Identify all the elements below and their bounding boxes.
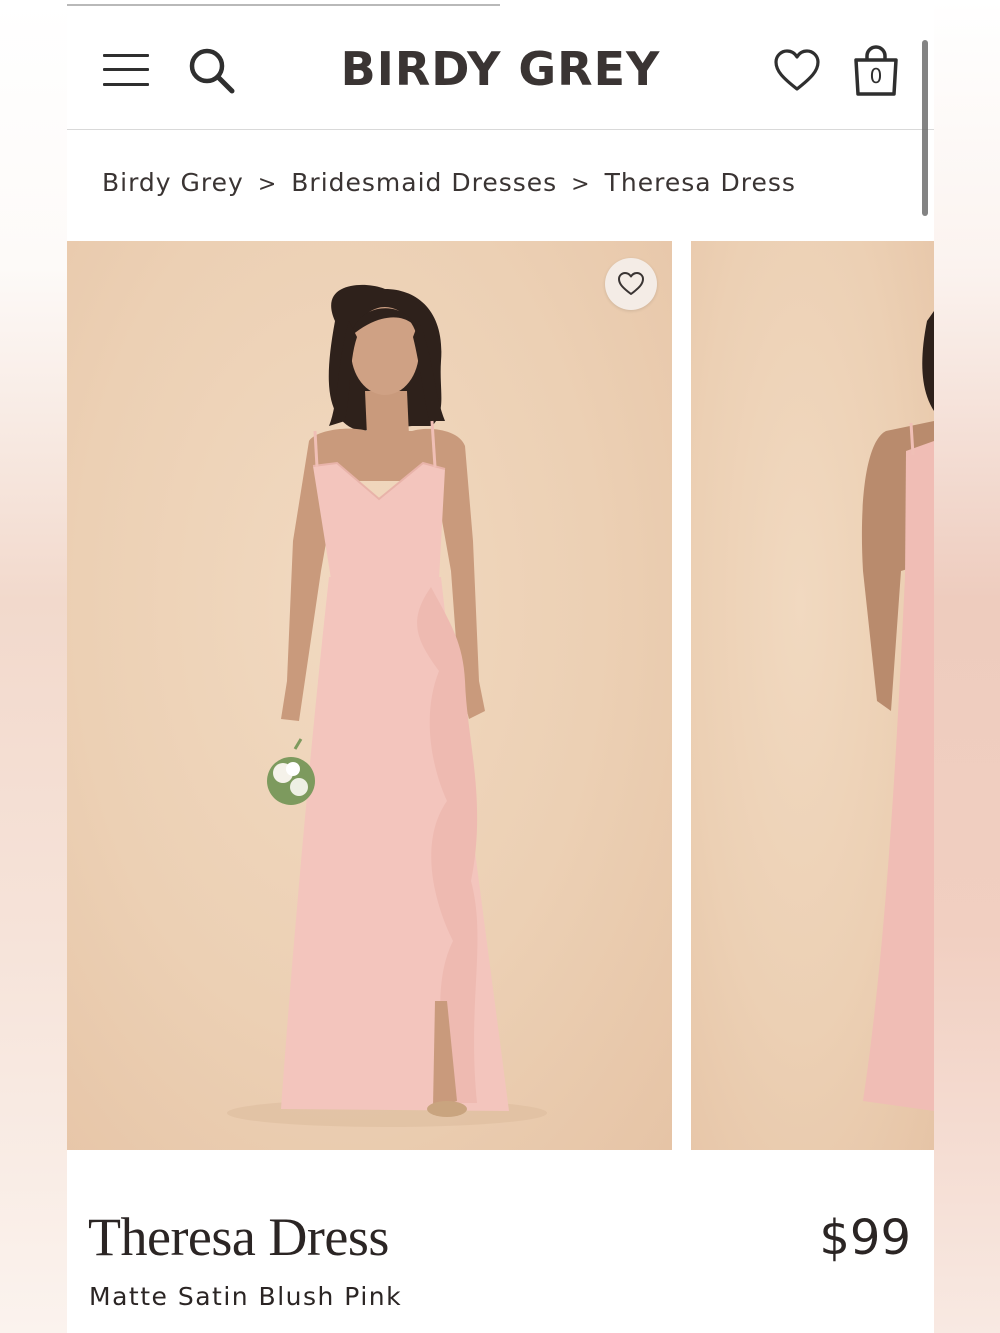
product-image-gallery[interactable] [67, 241, 934, 1150]
product-color-fabric: Matte Satin Blush Pink [89, 1282, 403, 1311]
brand-logo[interactable]: BIRDY GREY [267, 42, 734, 96]
wishlist-heart-icon[interactable] [773, 48, 821, 94]
product-price: $99 [819, 1210, 911, 1266]
breadcrumb-separator: > [571, 172, 591, 197]
menu-icon[interactable] [103, 52, 149, 88]
right-background-band [934, 0, 1000, 1333]
product-title: Theresa Dress [88, 1207, 389, 1267]
cart-count-badge: 0 [869, 64, 883, 88]
model-wearing-dress-illustration [227, 284, 547, 1127]
breadcrumb-current-page: Theresa Dress [604, 168, 796, 197]
breadcrumb-separator: > [257, 172, 278, 197]
product-photo-next[interactable] [691, 241, 934, 1150]
model-partial-illustration [861, 311, 934, 1111]
product-page: BIRDY GREY 0 Birdy Grey > Bridesmaid Dress… [67, 0, 934, 1333]
shopping-bag-icon[interactable]: 0 [851, 44, 901, 98]
site-header: BIRDY GREY 0 [67, 8, 934, 216]
search-icon[interactable] [187, 46, 237, 96]
scrollbar[interactable] [922, 40, 928, 216]
favorite-button[interactable] [605, 258, 657, 310]
status-divider [67, 4, 500, 6]
left-background-band [0, 0, 67, 1333]
breadcrumb-category-link[interactable]: Bridesmaid Dresses [291, 168, 557, 197]
breadcrumb: Birdy Grey > Bridesmaid Dresses > Theresa Dr… [102, 168, 796, 208]
breadcrumb-home-link[interactable]: Birdy Grey [102, 168, 244, 197]
product-photo-main[interactable] [67, 241, 672, 1150]
heart-outline-icon [618, 272, 644, 295]
